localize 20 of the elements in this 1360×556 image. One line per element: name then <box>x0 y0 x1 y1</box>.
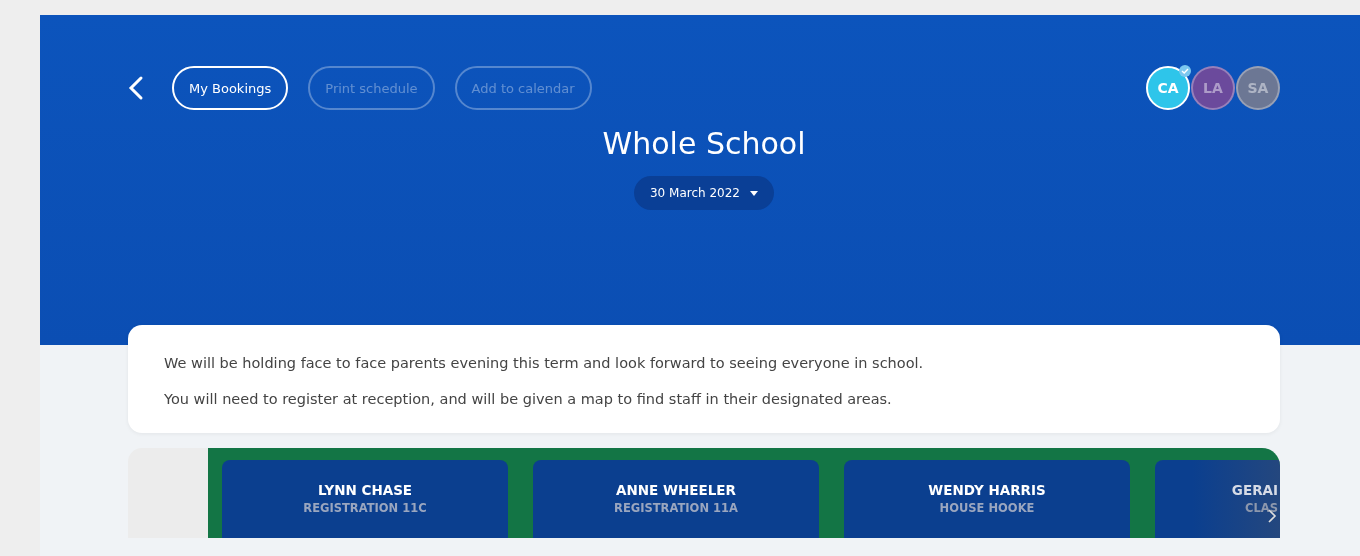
staff-card[interactable]: GERAI CLAS <box>1155 460 1280 538</box>
staff-name: LYNN CHASE <box>317 482 413 498</box>
staff-name: GERAI <box>1231 482 1278 498</box>
staff-card[interactable]: ANNE WHEELER REGISTRATION 11A <box>533 460 819 538</box>
staff-role: CLAS <box>1245 501 1278 515</box>
staff-role: REGISTRATION 11C <box>303 501 427 515</box>
staff-role: REGISTRATION 11A <box>614 501 738 515</box>
staff-role: HOUSE HOOKE <box>939 501 1035 515</box>
notice-text: You will need to register at reception, and will be given a map to find staff in their designated areas. <box>164 391 893 407</box>
staff-name: ANNE WHEELER <box>616 482 736 498</box>
staff-card[interactable]: WENDY HARRIS HOUSE HOOKE <box>844 460 1130 538</box>
staff-card[interactable]: LYNN CHASE REGISTRATION 11C <box>222 460 508 538</box>
staff-name: WENDY HARRIS <box>928 482 1046 498</box>
check-icon <box>1179 65 1191 77</box>
page-title: Whole School <box>601 125 807 163</box>
notice-text: We will be holding face to face parents evening this term and look forward to seeing everyone in school. <box>164 355 925 371</box>
caret-icon <box>750 190 758 196</box>
header-button[interactable]: My Bookings <box>172 66 289 110</box>
back-icon[interactable] <box>128 75 144 101</box>
date-dropdown[interactable]: 30 March 2022 <box>634 176 774 210</box>
